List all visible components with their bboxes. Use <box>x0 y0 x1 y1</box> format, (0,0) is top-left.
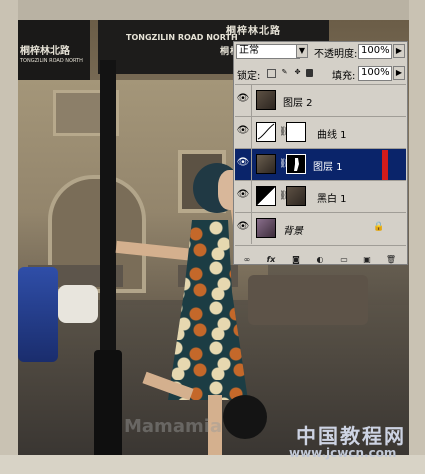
layer-name: 背景 <box>283 226 303 237</box>
layer-row[interactable]: 👁 ⛓ 曲线 1 <box>235 116 406 148</box>
opacity-label: 不透明度: <box>314 49 358 60</box>
opacity-value: 100% <box>361 45 390 56</box>
white-car <box>58 285 98 323</box>
window-frame-right <box>409 0 425 474</box>
chain-link-icon: ⛓ <box>279 191 291 201</box>
sign-left-chinese: 桐梓林北路 <box>20 46 70 57</box>
opacity-input[interactable]: 100% <box>358 44 392 59</box>
layer-row[interactable]: 👁 ⛓ 黑白 1 <box>235 180 406 212</box>
mask-icon[interactable]: ◙ <box>289 255 303 264</box>
chain-link-icon: ⛓ <box>279 159 291 169</box>
eye-icon[interactable]: 👁 <box>236 126 250 136</box>
handbag <box>223 395 267 439</box>
layer-thumbnail <box>256 218 276 238</box>
site-watermark-url: www.jcwcn.com <box>289 446 397 460</box>
eye-icon[interactable]: 👁 <box>236 190 250 200</box>
blue-car <box>18 267 58 362</box>
fill-input[interactable]: 100% <box>358 66 392 81</box>
layers-panel: 正常 ▼ 不透明度: 100% ▶ 锁定: ✎ ✥ 填充: 100% ▶ 👁 图… <box>233 41 408 265</box>
window-frame-left <box>0 0 18 474</box>
layer-row-selected[interactable]: 👁 ⛓ 图层 1 <box>235 148 406 180</box>
sign-left-english: TONGZILIN ROAD NORTH <box>20 58 83 64</box>
adjustment-icon[interactable]: ◐ <box>313 255 327 264</box>
lock-all-icon[interactable] <box>306 69 313 77</box>
window-frame-top <box>0 0 425 20</box>
link-icon[interactable]: ∞ <box>240 255 254 264</box>
eye-icon[interactable]: 👁 <box>236 94 250 104</box>
layer-mask-thumbnail <box>286 186 306 206</box>
blend-mode-value: 正常 <box>239 45 259 56</box>
layer-name: 曲线 1 <box>317 130 347 141</box>
sign-english: TONGZILIN ROAD NORTH <box>126 33 238 42</box>
layer-mask-thumbnail <box>286 122 306 142</box>
divider <box>251 117 252 148</box>
layer-name: 图层 1 <box>313 162 343 173</box>
layer-row[interactable]: 👁 图层 2 <box>235 84 406 116</box>
layer-thumbnail <box>256 154 276 174</box>
new-layer-icon[interactable]: ▣ <box>360 255 374 264</box>
layer-thumbnail <box>256 90 276 110</box>
chain-link-icon: ⛓ <box>279 127 291 137</box>
trash-icon[interactable]: 🗑 <box>384 255 398 264</box>
folder-icon[interactable]: ▭ <box>337 255 351 264</box>
layer-mask-thumbnail <box>286 154 306 174</box>
divider <box>251 213 252 244</box>
black-white-adjustment-icon <box>256 186 276 206</box>
divider <box>235 245 406 246</box>
divider <box>251 85 252 116</box>
fill-value: 100% <box>361 67 390 78</box>
site-watermark-chinese: 中国教程网 <box>296 424 406 448</box>
eye-icon[interactable]: 👁 <box>236 158 250 168</box>
fill-slider-arrow-icon[interactable]: ▶ <box>393 66 405 80</box>
lock-label: 锁定: <box>237 71 261 82</box>
lock-transparent-pixels-icon[interactable] <box>267 69 276 78</box>
fill-label: 填充: <box>332 71 356 82</box>
highlight-marker <box>382 150 388 180</box>
opacity-slider-arrow-icon[interactable]: ▶ <box>393 44 405 58</box>
layer-name: 图层 2 <box>283 98 313 109</box>
lock-position-icon[interactable]: ✥ <box>293 69 302 78</box>
layer-row[interactable]: 👁 背景 🔒 <box>235 212 406 244</box>
divider <box>251 181 252 212</box>
blend-mode-select[interactable]: 正常 <box>236 44 300 59</box>
lock-icon: 🔒 <box>373 222 385 232</box>
divider <box>251 149 252 180</box>
layer-name: 黑白 1 <box>317 194 347 205</box>
blend-mode-dropdown-icon[interactable]: ▼ <box>296 44 308 58</box>
lock-image-pixels-icon[interactable]: ✎ <box>280 69 289 78</box>
fx-icon[interactable]: fx <box>264 255 278 264</box>
photo-watermark: Mamamia <box>124 416 223 437</box>
curves-adjustment-icon <box>256 122 276 142</box>
lamp-post-base <box>94 350 122 455</box>
parked-cars <box>248 275 368 325</box>
street-sign-left: 桐梓林北路 TONGZILIN ROAD NORTH <box>18 20 90 80</box>
eye-icon[interactable]: 👁 <box>236 222 250 232</box>
